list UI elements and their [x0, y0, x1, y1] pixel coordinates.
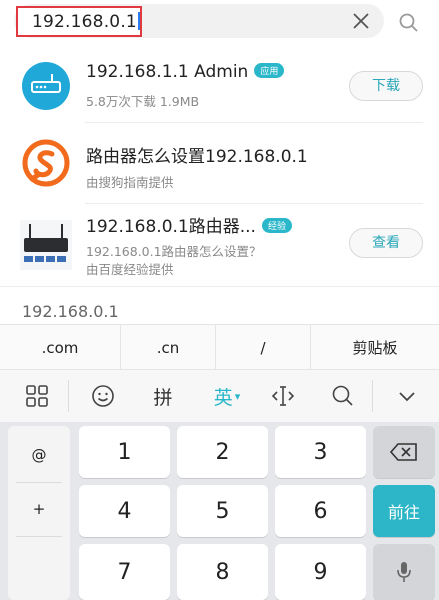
- result-badge: 经验: [261, 218, 292, 233]
- result-title: 路由器怎么设置192.168.0.1: [86, 147, 308, 167]
- divider: [16, 536, 62, 537]
- search-suggestion[interactable]: 192.168.0.1: [22, 302, 119, 321]
- english-mode-button[interactable]: 英 ▾: [200, 370, 254, 422]
- keyboard-search-icon[interactable]: [320, 370, 366, 422]
- router-app-icon: [22, 62, 70, 110]
- key-6[interactable]: 6: [275, 485, 366, 537]
- emoji-icon[interactable]: [80, 370, 126, 422]
- key-2[interactable]: 2: [177, 426, 268, 478]
- pinyin-mode-label: 拼: [153, 386, 173, 409]
- result-badge: 应用: [254, 63, 285, 78]
- collapse-keyboard-icon[interactable]: [384, 370, 430, 422]
- chevron-down-icon: ▾: [234, 389, 241, 403]
- voice-input-key[interactable]: [373, 544, 435, 600]
- text-caret: [137, 12, 140, 30]
- result-subtitle: 5.8万次下载 1.9MB: [86, 94, 200, 109]
- backspace-icon: [389, 443, 417, 461]
- divider: [0, 286, 439, 287]
- quick-key-cn[interactable]: .cn: [121, 325, 215, 371]
- result-subtitle: 由搜狗指南提供: [86, 175, 174, 190]
- result-source: 由百度经验提供: [86, 262, 174, 277]
- result-subtitle: 192.168.0.1路由器怎么设置？: [86, 244, 262, 259]
- key-9[interactable]: 9: [275, 544, 366, 600]
- key-4[interactable]: 4: [79, 485, 170, 537]
- result-item-guide[interactable]: 路由器怎么设置192.168.0.1 由搜狗指南提供: [0, 123, 439, 203]
- quick-key-com[interactable]: .com: [0, 325, 120, 371]
- sogou-logo-icon: [22, 139, 70, 187]
- key-symbol-3[interactable]: [8, 540, 70, 590]
- go-button[interactable]: 前往: [373, 485, 435, 537]
- search-input[interactable]: 192.168.0.1: [16, 6, 142, 37]
- key-at[interactable]: @: [8, 430, 70, 480]
- search-icon[interactable]: [398, 12, 420, 34]
- key-7[interactable]: 7: [79, 544, 170, 600]
- divider: [16, 482, 62, 483]
- cursor-move-icon[interactable]: [260, 370, 306, 422]
- divider: [68, 380, 69, 412]
- keyboard-toolbar: 拼 英 ▾: [0, 370, 439, 422]
- clear-icon[interactable]: [350, 10, 372, 32]
- result-title: 192.168.1.1 Admin 应用: [86, 62, 285, 82]
- keyboard-quick-bar: .com .cn / 剪贴板: [0, 324, 439, 371]
- key-5[interactable]: 5: [177, 485, 268, 537]
- result-title: 192.168.0.1路由器... 经验: [86, 212, 292, 237]
- microphone-icon: [397, 562, 411, 582]
- key-8[interactable]: 8: [177, 544, 268, 600]
- english-mode-label: 英: [213, 386, 233, 409]
- search-bar: 192.168.0.1: [0, 0, 439, 44]
- backspace-key[interactable]: [373, 426, 435, 478]
- view-button[interactable]: 查看: [349, 228, 423, 258]
- search-input-text: 192.168.0.1: [32, 12, 140, 32]
- download-button[interactable]: 下载: [349, 71, 423, 101]
- key-3[interactable]: 3: [275, 426, 366, 478]
- divider: [372, 380, 373, 412]
- clipboard-button[interactable]: 剪贴板: [311, 325, 439, 371]
- result-item-app[interactable]: 192.168.1.1 Admin 应用 5.8万次下载 1.9MB 下载: [0, 50, 439, 120]
- result-item-experience[interactable]: 192.168.0.1路由器... 经验 192.168.0.1路由器怎么设置？ …: [0, 204, 439, 284]
- numeric-keyboard: @ + 1 2 3 4 5 6 前往 7 8 9: [0, 422, 439, 600]
- key-plus[interactable]: +: [8, 484, 70, 534]
- router-photo-icon: [20, 220, 72, 270]
- pinyin-mode-button[interactable]: 拼: [140, 370, 186, 422]
- menu-grid-icon[interactable]: [14, 370, 60, 422]
- quick-key-slash[interactable]: /: [216, 325, 310, 371]
- key-1[interactable]: 1: [79, 426, 170, 478]
- symbol-column: @ +: [8, 426, 70, 600]
